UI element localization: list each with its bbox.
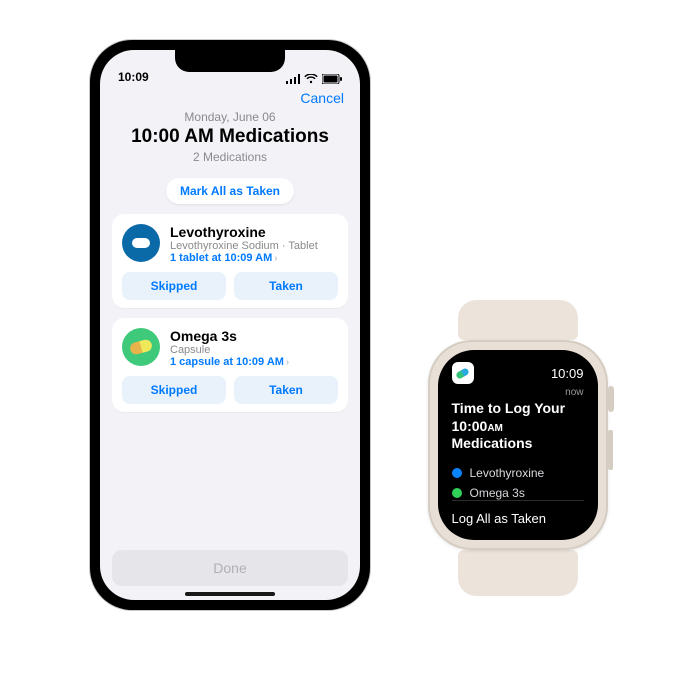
medication-name: Levothyroxine: [170, 224, 318, 240]
skipped-button[interactable]: Skipped: [122, 272, 226, 300]
capsule-icon: [122, 328, 160, 366]
page-title: 10:00 AM Medications: [116, 126, 344, 148]
skipped-button[interactable]: Skipped: [122, 376, 226, 404]
cancel-button[interactable]: Cancel: [300, 90, 344, 106]
status-time: 10:09: [118, 70, 149, 84]
dot-icon: [452, 468, 462, 478]
digital-crown: [608, 386, 614, 412]
watch-time: 10:09: [551, 366, 584, 381]
header-subtitle: 2 Medications: [116, 150, 344, 164]
medication-card: Omega 3s Capsule 1 capsule at 10:09 AM ›…: [112, 318, 348, 412]
taken-button[interactable]: Taken: [234, 376, 338, 404]
done-button[interactable]: Done: [112, 550, 348, 586]
side-button: [608, 430, 613, 470]
notch: [175, 50, 285, 72]
log-all-taken-button[interactable]: Log All as Taken: [452, 500, 584, 526]
mark-all-taken-button[interactable]: Mark All as Taken: [166, 178, 294, 204]
taken-button[interactable]: Taken: [234, 272, 338, 300]
apple-watch-device: 10:09 now Time to Log Your 10:00AM Medic…: [420, 300, 615, 596]
home-indicator: [185, 592, 275, 596]
watch-med-label: Omega 3s: [470, 486, 525, 500]
watch-med-item: Levothyroxine: [452, 463, 584, 483]
watch-screen: 10:09 now Time to Log Your 10:00AM Medic…: [438, 350, 598, 540]
medication-description: Levothyroxine Sodium · Tablet: [170, 240, 318, 252]
watch-med-label: Levothyroxine: [470, 466, 545, 480]
header-date: Monday, June 06: [116, 110, 344, 124]
watch-band: [458, 550, 578, 596]
medication-dose-link[interactable]: 1 capsule at 10:09 AM ›: [170, 356, 289, 368]
cellular-signal-icon: [286, 74, 300, 84]
watch-band: [458, 300, 578, 340]
medication-dose-link[interactable]: 1 tablet at 10:09 AM ›: [170, 252, 318, 264]
medication-name: Omega 3s: [170, 328, 289, 344]
wifi-icon: [304, 74, 318, 84]
dot-icon: [452, 488, 462, 498]
tablet-icon: [122, 224, 160, 262]
medication-card: Levothyroxine Levothyroxine Sodium · Tab…: [112, 214, 348, 308]
chevron-right-icon: ›: [286, 357, 289, 368]
watch-case: 10:09 now Time to Log Your 10:00AM Medic…: [428, 340, 608, 550]
notification-title: Time to Log Your 10:00AM Medications: [452, 400, 584, 453]
medications-app-icon: [452, 362, 474, 384]
iphone-device: 10:09 Cancel Monday, June 06 10:00 AM Me…: [90, 40, 370, 610]
medication-description: Capsule: [170, 344, 289, 356]
battery-icon: [322, 74, 342, 84]
chevron-right-icon: ›: [274, 253, 277, 264]
iphone-screen: 10:09 Cancel Monday, June 06 10:00 AM Me…: [100, 50, 360, 600]
notification-now-label: now: [452, 387, 584, 398]
